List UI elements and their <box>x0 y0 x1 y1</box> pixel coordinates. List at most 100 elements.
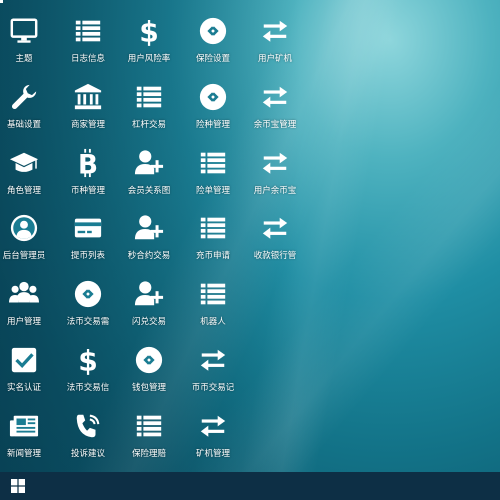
desktop-shortcut[interactable]: 新闻管理 <box>0 403 56 463</box>
user-plus-icon <box>132 277 166 311</box>
shortcut-label: 法币交易需 <box>66 317 110 327</box>
desktop: 主题 日志信息 $ 用户风险率 保险设置 用户矿机基础设置 商家管理 杠杆交易 险种管理 余币宝管… <box>0 0 500 472</box>
list-icon <box>196 277 230 311</box>
svg-text:$: $ <box>139 16 159 46</box>
taskbar <box>0 472 500 500</box>
dollar-icon: $ <box>71 343 105 377</box>
list-icon <box>132 409 166 443</box>
desktop-shortcut[interactable]: B 币种管理 <box>56 140 120 200</box>
newspaper-icon <box>7 409 41 443</box>
desktop-shortcut[interactable]: 秒合约交易 <box>117 205 181 265</box>
shield-icon <box>196 80 230 114</box>
list-icon <box>196 211 230 245</box>
user-plus-icon <box>132 146 166 180</box>
desktop-shortcut[interactable]: 用户矿机 <box>243 8 307 68</box>
shortcut-label: 会员关系图 <box>127 186 171 196</box>
shortcut-label: 新闻管理 <box>6 449 41 459</box>
exchange-icon <box>258 146 292 180</box>
shortcut-label: 杠杆交易 <box>131 120 166 130</box>
desktop-shortcut[interactable]: 险种管理 <box>181 74 245 134</box>
desktop-shortcut[interactable]: 后台管理员 <box>0 205 56 265</box>
shield-icon <box>71 277 105 311</box>
desktop-shortcut[interactable]: 闪兑交易 <box>117 271 181 331</box>
shield-icon <box>132 343 166 377</box>
shortcut-label: 机器人 <box>200 317 226 327</box>
shortcut-label: 保险设置 <box>195 54 230 64</box>
desktop-shortcut[interactable]: 余币宝管理 <box>243 74 307 134</box>
desktop-shortcut[interactable]: 商家管理 <box>56 74 120 134</box>
user-circle-icon <box>7 211 41 245</box>
desktop-shortcut[interactable]: 矿机管理 <box>181 403 245 463</box>
desktop-shortcut[interactable]: 基础设置 <box>0 74 56 134</box>
desktop-shortcut[interactable]: 用户余币宝 <box>243 140 307 200</box>
bitcoin-icon: B <box>71 146 105 180</box>
shortcut-label: 用户管理 <box>6 317 41 327</box>
phone-icon <box>71 409 105 443</box>
graduation-cap-icon <box>7 146 41 180</box>
shortcut-label: 实名认证 <box>6 383 41 393</box>
shortcut-label: 矿机管理 <box>195 449 230 459</box>
credit-card-icon <box>71 211 105 245</box>
wrench-icon <box>7 80 41 114</box>
shortcut-label: 提币列表 <box>70 251 105 261</box>
shortcut-label: 充币申请 <box>195 251 230 261</box>
shortcut-label: 主题 <box>15 54 33 64</box>
desktop-shortcut[interactable]: 收款银行管 <box>243 205 307 265</box>
shield-icon <box>196 14 230 48</box>
users-icon <box>7 277 41 311</box>
desktop-shortcut[interactable]: $ 用户风险率 <box>117 8 181 68</box>
desktop-shortcut[interactable]: 日志信息 <box>56 8 120 68</box>
desktop-shortcut[interactable]: 机器人 <box>181 271 245 331</box>
list-icon <box>132 80 166 114</box>
shortcut-label: 余币宝管理 <box>253 120 297 130</box>
desktop-shortcut[interactable]: 投诉建议 <box>56 403 120 463</box>
shortcut-label: 险单管理 <box>195 186 230 196</box>
svg-text:$: $ <box>78 345 98 375</box>
shortcut-label: 收款银行管 <box>253 251 297 261</box>
shortcut-label: 商家管理 <box>70 120 105 130</box>
shortcut-label: 险种管理 <box>195 120 230 130</box>
desktop-shortcut[interactable]: 险单管理 <box>181 140 245 200</box>
dollar-icon: $ <box>132 14 166 48</box>
svg-text:B: B <box>78 150 98 178</box>
desktop-shortcut[interactable]: 法币交易需 <box>56 271 120 331</box>
desktop-shortcut[interactable]: 保险理赔 <box>117 403 181 463</box>
shortcut-label: 币币交易记 <box>191 383 235 393</box>
exchange-icon <box>196 343 230 377</box>
shortcut-label: 基础设置 <box>6 120 41 130</box>
bank-icon <box>71 80 105 114</box>
shortcut-label: 用户矿机 <box>257 54 292 64</box>
exchange-icon <box>258 211 292 245</box>
desktop-shortcut[interactable]: 杠杆交易 <box>117 74 181 134</box>
exchange-icon <box>258 14 292 48</box>
desktop-shortcut[interactable]: 保险设置 <box>181 8 245 68</box>
exchange-icon <box>196 409 230 443</box>
check-square-icon <box>7 343 41 377</box>
shortcut-label: 法币交易信 <box>66 383 110 393</box>
desktop-shortcut[interactable]: 会员关系图 <box>117 140 181 200</box>
desktop-shortcut[interactable]: 用户管理 <box>0 271 56 331</box>
shortcut-label: 币种管理 <box>70 186 105 196</box>
user-plus-icon <box>132 211 166 245</box>
shortcut-label: 用户余币宝 <box>253 186 297 196</box>
shortcut-label: 后台管理员 <box>2 251 46 261</box>
list-icon <box>196 146 230 180</box>
exchange-icon <box>258 80 292 114</box>
shortcut-label: 日志信息 <box>70 54 105 64</box>
desktop-shortcut[interactable]: 角色管理 <box>0 140 56 200</box>
shortcut-label: 钱包管理 <box>131 383 166 393</box>
shortcut-label: 保险理赔 <box>131 449 166 459</box>
desktop-shortcut[interactable]: 钱包管理 <box>117 337 181 397</box>
shortcut-label: 用户风险率 <box>127 54 171 64</box>
desktop-shortcut[interactable]: 主题 <box>0 8 56 68</box>
desktop-shortcut[interactable]: 实名认证 <box>0 337 56 397</box>
desktop-shortcut[interactable]: 充币申请 <box>181 205 245 265</box>
desktop-shortcut[interactable]: $ 法币交易信 <box>56 337 120 397</box>
desktop-shortcut[interactable]: 提币列表 <box>56 205 120 265</box>
shortcut-label: 投诉建议 <box>70 449 105 459</box>
monitor-icon <box>7 14 41 48</box>
shortcut-label: 闪兑交易 <box>131 317 166 327</box>
desktop-shortcut[interactable]: 币币交易记 <box>181 337 245 397</box>
shortcut-label: 秒合约交易 <box>127 251 171 261</box>
windows-start-icon[interactable] <box>0 472 36 500</box>
